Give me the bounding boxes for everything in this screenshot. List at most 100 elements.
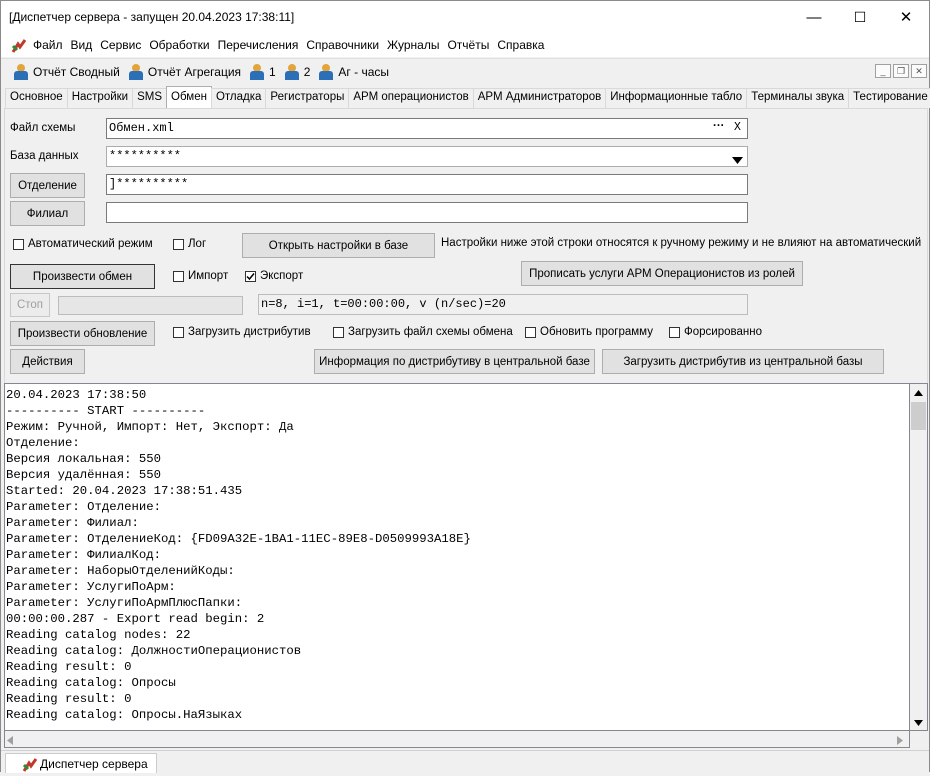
tab-settings[interactable]: Настройки [66,88,134,108]
title-bar: [Диспетчер сервера - запущен 20.04.2023 … [1,1,929,33]
toolbar-label: Отчёт Сводный [33,65,120,79]
auto-mode-checkbox[interactable]: Автоматический режим [13,238,153,250]
mdi-close-button[interactable]: ✕ [911,64,927,78]
open-settings-button[interactable]: Открыть настройки в базе [242,233,435,258]
toolbar-report-summary[interactable]: Отчёт Сводный [13,64,120,80]
close-button[interactable]: ✕ [883,1,929,33]
tab-exchange[interactable]: Обмен [166,86,212,108]
schema-file-input[interactable]: Обмен.xml [106,118,748,139]
toolbar-ag-hours[interactable]: Аг - часы [318,64,389,80]
menu-service[interactable]: Сервис [96,38,145,52]
browse-button[interactable]: ··· [713,120,725,132]
force-checkbox[interactable]: Форсированно [669,326,762,338]
clear-button[interactable]: X [734,121,741,134]
log-vertical-scrollbar[interactable] [910,383,928,731]
progress-text: n=8, i=1, t=00:00:00, v (n/sec)=20 [261,297,506,311]
tab-operator-arm[interactable]: АРМ операционистов [348,88,474,108]
scroll-up-icon[interactable] [910,384,927,401]
load-schema-checkbox[interactable]: Загрузить файл схемы обмена [333,326,513,338]
log-line: Parameter: УслугиПоАрм: [6,580,176,594]
export-checkbox[interactable]: Экспорт [245,270,303,282]
branch-button[interactable]: Филиал [10,201,85,226]
log-horizontal-scrollbar[interactable] [4,731,910,748]
log-line: Reading catalog: ДолжностиОперационистов [6,644,302,658]
export-box[interactable] [245,270,256,282]
app-icon [22,757,38,772]
department-button[interactable]: Отделение [10,173,85,198]
scroll-corner [910,731,928,748]
scroll-right-icon[interactable] [897,734,903,748]
tab-testing[interactable]: Тестирование [848,88,930,108]
database-label: База данных [10,150,79,162]
database-select[interactable]: ********** [106,146,748,167]
menu-file[interactable]: Файл [29,38,67,52]
log-line: Reading catalog: Опросы.НаЯзыках [6,708,243,722]
menu-processing[interactable]: Обработки [145,38,213,52]
log-line: Режим: Ручной, Импорт: Нет, Экспорт: Да [6,420,294,434]
tab-sound-terminals[interactable]: Терминалы звука [746,88,850,108]
mdi-taskbar: Диспетчер сервера [1,750,929,773]
maximize-button[interactable]: ☐ [837,1,883,33]
menu-enums[interactable]: Перечисления [214,38,303,52]
update-program-box[interactable] [525,326,536,338]
branch-input[interactable] [106,202,748,223]
load-distr-label: Загрузить дистрибутив [188,326,311,338]
log-line: Parameter: ОтделениеКод: {FD09A32E-1BA1-… [6,532,471,546]
menu-help[interactable]: Справка [493,38,548,52]
tab-admin-arm[interactable]: АРМ Администраторов [472,88,607,108]
department-input[interactable]: ]********** [106,174,748,195]
load-central-distr-button[interactable]: Загрузить дистрибутив из центральной баз… [602,349,884,374]
schema-file-label: Файл схемы [10,122,76,134]
force-label: Форсированно [684,326,762,338]
log-textarea[interactable]: 20.04.2023 17:38:50 ---------- START ---… [4,383,910,731]
tab-debug[interactable]: Отладка [210,88,267,108]
menu-reports[interactable]: Отчёты [443,38,493,52]
scroll-down-icon[interactable] [910,714,927,731]
load-distr-box[interactable] [173,326,184,338]
menu-view[interactable]: Вид [67,38,97,52]
app-icon[interactable] [11,38,27,53]
exchange-button[interactable]: Произвести обмен [10,264,155,289]
manual-note: Настройки ниже этой строки относятся к р… [441,237,922,249]
scroll-thumb[interactable] [911,402,926,430]
import-box[interactable] [173,270,184,282]
tab-info-boards[interactable]: Информационные табло [605,88,748,108]
user-icon [13,64,29,80]
log-checkbox[interactable]: Лог [173,238,206,250]
log-line: Parameter: Отделение: [6,500,161,514]
task-server-manager[interactable]: Диспетчер сервера [5,753,157,773]
log-line: ---------- START ---------- [6,404,206,418]
auto-mode-box[interactable] [13,238,24,250]
toolbar-item-1[interactable]: 1 [249,64,276,80]
load-distr-checkbox[interactable]: Загрузить дистрибутив [173,326,311,338]
menu-journals[interactable]: Журналы [383,38,443,52]
tab-registrars[interactable]: Регистраторы [265,88,350,108]
import-checkbox[interactable]: Импорт [173,270,228,282]
department-value: ]********** [109,177,189,191]
log-line: Reading result: 0 [6,692,132,706]
chevron-down-icon[interactable] [732,153,743,167]
toolbar-report-aggregation[interactable]: Отчёт Агрегация [128,64,241,80]
update-program-checkbox[interactable]: Обновить программу [525,326,653,338]
auto-mode-label: Автоматический режим [28,238,153,250]
log-line: 00:00:00.287 - Export read begin: 2 [6,612,265,626]
log-line: Parameter: УслугиПоАрмПлюсПапки: [6,596,243,610]
scroll-left-icon[interactable] [7,734,13,748]
toolbar-item-2[interactable]: 2 [284,64,310,80]
minimize-button[interactable]: — [791,1,837,33]
tab-sms[interactable]: SMS [132,88,168,108]
prescribe-services-button[interactable]: Прописать услуги АРМ Операционистов из р… [521,261,803,286]
menu-catalogs[interactable]: Справочники [302,38,383,52]
log-line: Reading catalog: Опросы [6,676,176,690]
actions-button[interactable]: Действия [10,349,85,374]
log-box[interactable] [173,238,184,250]
distr-info-button[interactable]: Информация по дистрибутиву в центральной… [314,349,595,374]
mdi-minimize-button[interactable]: _ [875,64,891,78]
force-box[interactable] [669,326,680,338]
stop-button[interactable]: Стоп [10,293,50,317]
mdi-restore-button[interactable]: ❐ [893,64,909,78]
update-button[interactable]: Произвести обновление [10,321,155,346]
user-icon [249,64,265,80]
load-schema-box[interactable] [333,326,344,338]
tab-main[interactable]: Основное [5,88,68,108]
